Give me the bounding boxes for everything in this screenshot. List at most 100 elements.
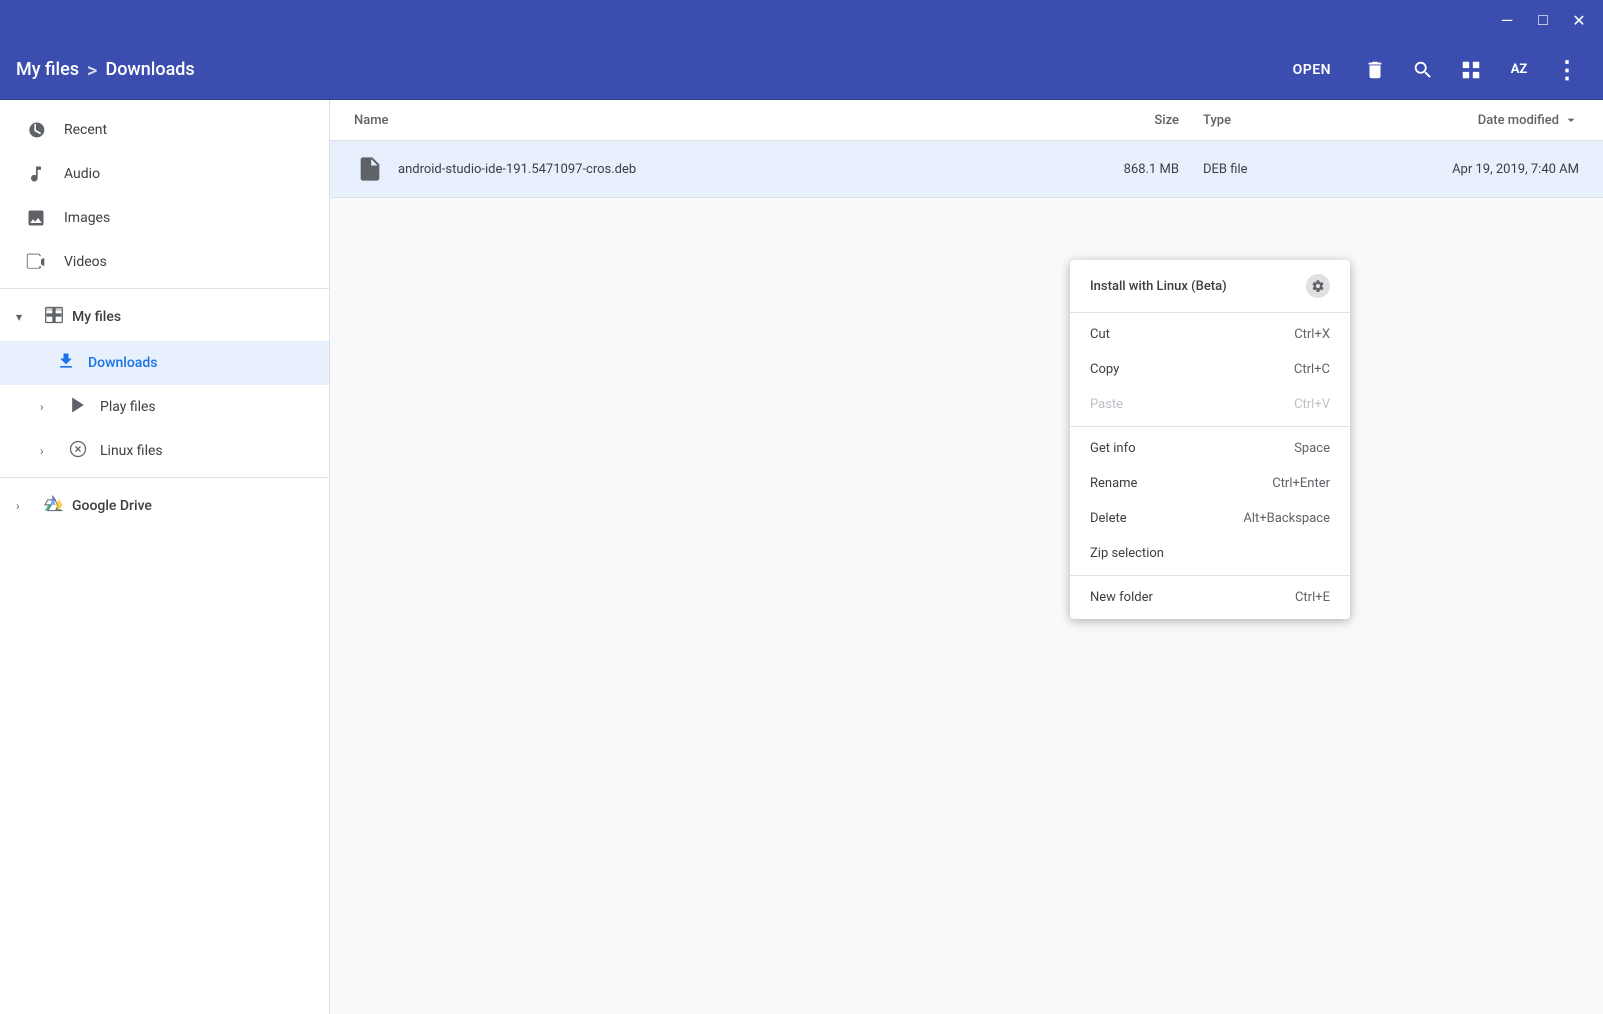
install-label: Install with Linux (Beta): [1090, 279, 1227, 294]
breadcrumb-separator: >: [87, 58, 97, 82]
grid-icon: [1460, 59, 1482, 81]
get-info-shortcut: Space: [1294, 441, 1330, 456]
clock-icon: [24, 120, 48, 140]
title-bar: — □ ✕: [0, 0, 1603, 40]
context-menu-divider-2: [1070, 426, 1350, 427]
delete-button[interactable]: [1355, 50, 1395, 90]
col-date-header: Date modified: [1329, 112, 1579, 128]
breadcrumb-current[interactable]: Downloads: [105, 59, 194, 80]
delete-shortcut: Alt+Backspace: [1243, 511, 1330, 526]
context-menu-item-paste[interactable]: Paste Ctrl+V: [1070, 387, 1350, 422]
image-icon: [24, 208, 48, 228]
more-options-button[interactable]: ⋮: [1547, 50, 1587, 90]
sort-button[interactable]: AZ: [1499, 50, 1539, 90]
file-name: android-studio-ide-191.5471097-cros.deb: [398, 162, 1059, 177]
breadcrumb: My files > Downloads: [16, 58, 195, 82]
play-files-icon: [68, 395, 88, 419]
cut-label: Cut: [1090, 327, 1110, 342]
context-menu-item-rename[interactable]: Rename Ctrl+Enter: [1070, 466, 1350, 501]
play-files-label: Play files: [100, 399, 156, 415]
open-button[interactable]: OPEN: [1277, 54, 1347, 86]
gear-icon: [1306, 274, 1330, 298]
file-date: Apr 19, 2019, 7:40 AM: [1329, 162, 1579, 177]
context-menu-item-zip[interactable]: Zip selection: [1070, 536, 1350, 571]
grid-view-button[interactable]: [1451, 50, 1491, 90]
new-folder-shortcut: Ctrl+E: [1295, 590, 1330, 605]
sidebar-item-videos-label: Videos: [64, 254, 107, 270]
search-icon: [1412, 59, 1434, 81]
copy-shortcut: Ctrl+C: [1294, 362, 1330, 377]
zip-label: Zip selection: [1090, 546, 1164, 561]
file-type: DEB file: [1179, 162, 1329, 177]
sidebar-item-audio-label: Audio: [64, 166, 100, 182]
sidebar-item-recent-label: Recent: [64, 122, 107, 138]
sidebar-item-audio[interactable]: Audio: [0, 152, 329, 196]
download-icon: [56, 351, 76, 375]
myfiles-chevron-icon: ▾: [16, 310, 32, 324]
myfiles-icon: [44, 305, 64, 329]
context-menu-item-install[interactable]: Install with Linux (Beta): [1070, 264, 1350, 308]
googledrive-chevron-icon: ›: [16, 499, 32, 513]
close-button[interactable]: ✕: [1563, 4, 1595, 36]
sidebar: Recent Audio Images Videos ▾: [0, 100, 330, 1014]
audio-icon: [24, 164, 48, 184]
context-menu-item-delete[interactable]: Delete Alt+Backspace: [1070, 501, 1350, 536]
context-menu-item-new-folder[interactable]: New folder Ctrl+E: [1070, 580, 1350, 615]
googledrive-icon: [44, 494, 64, 518]
play-files-chevron-icon: ›: [40, 400, 56, 414]
file-size: 868.1 MB: [1059, 162, 1179, 177]
linux-files-label: Linux files: [100, 443, 163, 459]
maximize-button[interactable]: □: [1527, 4, 1559, 36]
rename-shortcut: Ctrl+Enter: [1272, 476, 1330, 491]
sort-desc-icon: [1563, 112, 1579, 128]
context-menu: Install with Linux (Beta) Cut Ctrl+X Cop…: [1070, 260, 1350, 619]
col-size-header: Size: [1059, 113, 1179, 128]
get-info-label: Get info: [1090, 441, 1136, 456]
sidebar-item-images[interactable]: Images: [0, 196, 329, 240]
sidebar-item-linux-files[interactable]: › Linux files: [0, 429, 329, 473]
main-layout: Recent Audio Images Videos ▾: [0, 100, 1603, 1014]
file-icon: [354, 153, 386, 185]
file-row[interactable]: android-studio-ide-191.5471097-cros.deb …: [330, 141, 1603, 198]
header-actions: OPEN AZ ⋮: [1277, 50, 1587, 90]
sort-label: AZ: [1511, 62, 1528, 77]
sidebar-section-googledrive[interactable]: › Google Drive: [0, 482, 329, 530]
col-type-header: Type: [1179, 113, 1329, 128]
breadcrumb-root[interactable]: My files: [16, 59, 79, 80]
sidebar-item-images-label: Images: [64, 210, 110, 226]
file-area: Name Size Type Date modified android-stu…: [330, 100, 1603, 1014]
minimize-button[interactable]: —: [1491, 4, 1523, 36]
paste-shortcut: Ctrl+V: [1294, 397, 1330, 412]
context-menu-item-copy[interactable]: Copy Ctrl+C: [1070, 352, 1350, 387]
sidebar-item-downloads[interactable]: Downloads: [0, 341, 329, 385]
file-list-header: Name Size Type Date modified: [330, 100, 1603, 141]
delete-icon: [1364, 59, 1386, 81]
context-menu-item-cut[interactable]: Cut Ctrl+X: [1070, 317, 1350, 352]
linux-files-icon: [68, 439, 88, 463]
search-button[interactable]: [1403, 50, 1443, 90]
context-menu-item-get-info[interactable]: Get info Space: [1070, 431, 1350, 466]
context-menu-divider-3: [1070, 575, 1350, 576]
header-bar: My files > Downloads OPEN AZ ⋮: [0, 40, 1603, 100]
copy-label: Copy: [1090, 362, 1119, 377]
sidebar-divider-1: [0, 288, 329, 289]
video-icon: [24, 252, 48, 272]
context-menu-divider-1: [1070, 312, 1350, 313]
myfiles-label: My files: [72, 309, 121, 325]
downloads-label: Downloads: [88, 355, 157, 371]
more-icon: ⋮: [1555, 56, 1579, 84]
sidebar-item-videos[interactable]: Videos: [0, 240, 329, 284]
window-controls: — □ ✕: [1491, 4, 1595, 36]
delete-label: Delete: [1090, 511, 1127, 526]
rename-label: Rename: [1090, 476, 1137, 491]
sidebar-item-recent[interactable]: Recent: [0, 108, 329, 152]
col-name-header: Name: [354, 113, 1059, 128]
new-folder-label: New folder: [1090, 590, 1153, 605]
sidebar-section-myfiles[interactable]: ▾ My files: [0, 293, 329, 341]
sidebar-item-play-files[interactable]: › Play files: [0, 385, 329, 429]
googledrive-label: Google Drive: [72, 498, 152, 514]
paste-label: Paste: [1090, 397, 1123, 412]
linux-files-chevron-icon: ›: [40, 444, 56, 458]
sidebar-divider-2: [0, 477, 329, 478]
cut-shortcut: Ctrl+X: [1294, 327, 1330, 342]
